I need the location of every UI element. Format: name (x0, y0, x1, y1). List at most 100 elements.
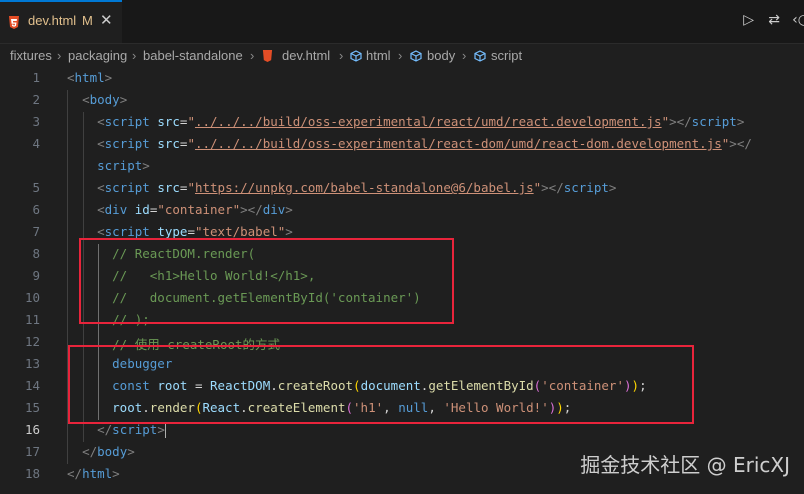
code-token: ></ (729, 136, 752, 151)
line-number: 3 (32, 114, 40, 129)
code-token: script (104, 180, 150, 195)
code-token: script (112, 422, 158, 437)
code-line[interactable]: script> (67, 158, 150, 173)
code-token: > (104, 70, 113, 85)
code-token: body (97, 444, 128, 459)
code-line[interactable]: </html> (67, 466, 120, 481)
code-token: html (82, 466, 113, 481)
code-line[interactable]: <script type="text/babel"> (67, 224, 293, 239)
symbol-element-icon (410, 50, 422, 62)
code-token: script (691, 114, 737, 129)
line-number: 9 (32, 268, 40, 283)
code-token: ></ (541, 180, 564, 195)
line-number: 18 (24, 466, 40, 481)
code-token: </ (67, 466, 83, 481)
code-token: > (119, 92, 128, 107)
code-token: script (104, 114, 150, 129)
code-line[interactable]: <script src="../../../build/oss-experime… (67, 136, 752, 151)
code-token: </ (82, 444, 98, 459)
breadcrumb-item-packaging[interactable]: packaging (68, 48, 127, 63)
code-token: ../../../build/oss-experimental/react-do… (194, 136, 722, 151)
line-number: 2 (32, 92, 40, 107)
symbol-element-icon (474, 50, 486, 62)
code-line[interactable]: <div id="container"></div> (67, 202, 293, 217)
breadcrumb-item-body[interactable]: body (427, 48, 455, 63)
line-number: 6 (32, 202, 40, 217)
code-line[interactable]: </body> (67, 444, 135, 459)
breadcrumb-item-dev-html[interactable]: dev.html (282, 48, 330, 63)
code-token: < (97, 202, 105, 217)
line-number: 12 (24, 334, 40, 349)
code-token: " (187, 114, 195, 129)
breadcrumb-item-fixtures[interactable]: fixtures (10, 48, 52, 63)
code-token: script (563, 180, 609, 195)
code-token: " (187, 136, 195, 151)
watermark: 掘金技术社区 @ EricXJ (580, 453, 790, 477)
line-number: 14 (24, 378, 40, 393)
line-number: 15 (24, 400, 40, 415)
code-token: src (157, 136, 180, 151)
tab-filename: dev.html (28, 13, 77, 28)
text-cursor (164, 423, 166, 438)
code-token: > (608, 180, 617, 195)
run-icon[interactable]: ▷ (743, 12, 754, 28)
code-token: > (142, 158, 150, 173)
tab-dev-html[interactable]: dev.html M ✕ (0, 0, 122, 43)
code-token: < (97, 114, 105, 129)
breadcrumb-separator-icon: › (250, 48, 255, 63)
code-token: script (97, 158, 143, 173)
breadcrumb-separator-icon: › (462, 48, 467, 63)
breadcrumb-item-script[interactable]: script (491, 48, 522, 63)
line-number: 13 (24, 356, 40, 371)
code-token: html (74, 70, 105, 85)
code-line[interactable]: </script> (67, 422, 166, 438)
more-actions-icon[interactable]: ‹○ (792, 12, 804, 28)
symbol-element-icon (350, 50, 362, 62)
code-token: ../../../build/oss-experimental/react/um… (194, 114, 662, 129)
code-token: > (285, 202, 293, 217)
line-number: 7 (32, 224, 40, 239)
code-line[interactable]: <body> (67, 92, 127, 107)
code-token: "text/babel" (194, 224, 286, 239)
line-number: 16 (24, 422, 40, 437)
code-token: div (262, 202, 286, 217)
breadcrumb-item-babel-standalone[interactable]: babel-standalone (143, 48, 243, 63)
code-token: > (736, 114, 745, 129)
html5-icon (262, 50, 273, 62)
close-icon[interactable]: ✕ (100, 11, 113, 29)
breadcrumb-item-html[interactable]: html (366, 48, 391, 63)
code-token: < (97, 136, 105, 151)
code-line[interactable]: <script src="../../../build/oss-experime… (67, 114, 744, 129)
code-token: https://unpkg.com/babel-standalone@6/bab… (194, 180, 534, 195)
line-number: 1 (32, 70, 40, 85)
code-token: > (285, 224, 293, 239)
line-number: 10 (24, 290, 40, 305)
compare-changes-icon[interactable]: ⇄ (768, 12, 780, 28)
code-token: " (187, 180, 195, 195)
code-token: > (157, 422, 165, 437)
code-line[interactable]: <script src="https://unpkg.com/babel-sta… (67, 180, 616, 195)
code-token: script (104, 136, 150, 151)
breadcrumb-separator-icon: › (57, 48, 62, 63)
breadcrumb-separator-icon: › (398, 48, 403, 63)
line-number: 5 (32, 180, 40, 195)
code-line[interactable]: <html> (67, 70, 112, 85)
annotation-box-create-root (68, 345, 694, 424)
code-token: = (187, 224, 195, 239)
code-token: src (157, 114, 180, 129)
breadcrumb-separator-icon: › (132, 48, 137, 63)
code-token: ></ (669, 114, 692, 129)
code-token: > (112, 466, 120, 481)
code-token: < (82, 92, 90, 107)
code-token: ></ (240, 202, 263, 217)
code-token: " (661, 114, 670, 129)
